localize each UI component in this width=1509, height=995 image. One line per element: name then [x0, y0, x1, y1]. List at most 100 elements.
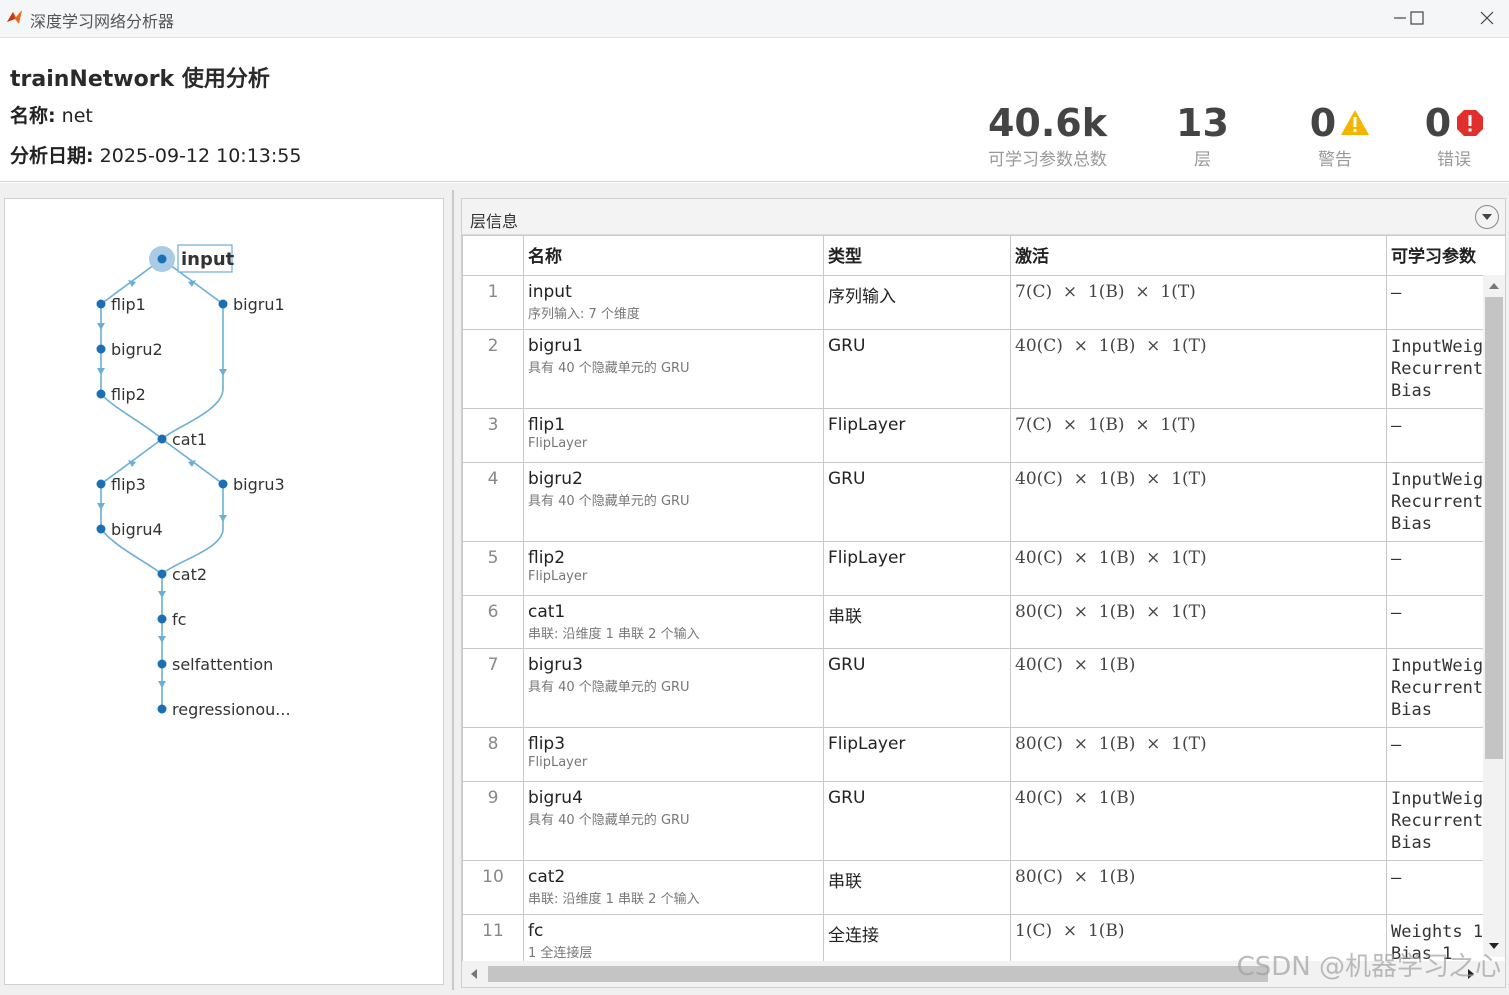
cell-type: GRU — [823, 648, 1011, 728]
watermark: CSDN @机器学习之心 — [1236, 952, 1501, 982]
graph-node-fc[interactable] — [157, 614, 167, 624]
vertical-scroll-thumb[interactable] — [1485, 297, 1503, 759]
col-header-name[interactable]: 名称 — [523, 235, 824, 276]
graph-node-bigru4[interactable] — [96, 524, 106, 534]
stat-learnables-label: 可学习参数总数 — [988, 150, 1107, 170]
graph-label-fc: fc — [172, 610, 186, 629]
cell-name: bigru4 具有 40 个隐藏单元的 GRU — [523, 781, 824, 861]
maximize-button[interactable] — [1402, 5, 1432, 31]
close-icon — [1480, 11, 1494, 25]
cell-index: 6 — [462, 595, 524, 649]
network-graph-panel[interactable]: input flip1 bigru1 bigru2 flip2 cat1 fli… — [4, 198, 444, 985]
layer-name: bigru3 — [528, 655, 583, 675]
layer-description: FlipLayer — [528, 569, 588, 584]
network-graph[interactable]: input flip1 bigru1 bigru2 flip2 cat1 fli… — [5, 199, 443, 984]
graph-node-flip2[interactable] — [96, 389, 106, 399]
cell-activations: 40(C) × 1(B) × 1(T) — [1010, 462, 1387, 542]
table-row[interactable]: 2 bigru1 具有 40 个隐藏单元的 GRU GRU 40(C) × 1(B) ×… — [462, 329, 1505, 409]
graph-label-bigru1: bigru1 — [233, 295, 285, 314]
table-row[interactable]: 9 bigru4 具有 40 个隐藏单元的 GRU GRU 40(C) × 1(B) In… — [462, 781, 1505, 861]
cell-activations: 80(C) × 1(B) × 1(T) — [1010, 727, 1387, 782]
cell-name: bigru1 具有 40 个隐藏单元的 GRU — [523, 329, 824, 409]
layer-info-header: 层信息 — [462, 199, 1505, 235]
layer-description: 具有 40 个隐藏单元的 GRU — [528, 494, 690, 509]
table-row[interactable]: 8 flip3 FlipLayer FlipLayer 80(C) × 1(B) × 1… — [462, 727, 1505, 782]
cell-activations: 80(C) × 1(B) — [1010, 860, 1387, 915]
chevron-down-icon — [1482, 214, 1492, 220]
graph-label-bigru4: bigru4 — [111, 520, 163, 539]
maximize-icon — [1410, 11, 1424, 25]
close-button[interactable] — [1472, 5, 1502, 31]
graph-node-bigru1[interactable] — [218, 299, 228, 309]
graph-node-flip3[interactable] — [96, 479, 106, 489]
table-row[interactable]: 6 cat1 串联: 沿维度 1 串联 2 个输入 串联 80(C) × 1(B) × … — [462, 595, 1505, 649]
table-row[interactable]: 5 flip2 FlipLayer FlipLayer 40(C) × 1(B) × 1… — [462, 541, 1505, 596]
panel-splitter[interactable] — [452, 190, 454, 990]
stat-errors-value: 0 — [1424, 101, 1452, 145]
network-name-line: 名称: net — [10, 101, 93, 128]
cell-activations: 40(C) × 1(B) — [1010, 781, 1387, 861]
graph-label-bigru2: bigru2 — [111, 340, 163, 359]
cell-name: flip2 FlipLayer — [523, 541, 824, 596]
graph-label-flip2: flip2 — [111, 385, 146, 404]
graph-node-cat2[interactable] — [157, 569, 167, 579]
layer-name: flip3 — [528, 734, 566, 754]
layer-description: 序列输入: 7 个维度 — [528, 307, 640, 322]
graph-node-bigru3[interactable] — [218, 479, 228, 489]
collapse-panel-button[interactable] — [1475, 205, 1499, 229]
col-header-index — [462, 235, 524, 276]
edge-bigru1-cat1 — [161, 304, 224, 440]
vertical-scrollbar[interactable] — [1483, 275, 1505, 957]
table-row[interactable]: 7 bigru3 具有 40 个隐藏单元的 GRU GRU 40(C) × 1(B) In… — [462, 648, 1505, 728]
stat-warnings[interactable]: 0 警告 — [1295, 101, 1385, 170]
col-header-type[interactable]: 类型 — [823, 235, 1011, 276]
graph-label-bigru3: bigru3 — [233, 475, 285, 494]
cell-activations: 40(C) × 1(B) × 1(T) — [1010, 329, 1387, 409]
stat-learnables-value: 40.6k — [987, 101, 1108, 145]
graph-node-input[interactable] — [157, 254, 167, 264]
layer-description: 串联: 沿维度 1 串联 2 个输入 — [528, 892, 700, 907]
cell-name: bigru2 具有 40 个隐藏单元的 GRU — [523, 462, 824, 542]
layer-name: cat1 — [528, 602, 566, 622]
graph-node-selfattention[interactable] — [157, 659, 167, 669]
col-header-learnables[interactable]: 可学习参数 — [1386, 235, 1505, 276]
cell-type: GRU — [823, 329, 1011, 409]
layer-name: bigru4 — [528, 788, 583, 808]
arrowhead-icon — [158, 591, 166, 598]
layer-description: 具有 40 个隐藏单元的 GRU — [528, 680, 690, 695]
graph-node-regressionoutput[interactable] — [157, 704, 167, 714]
cell-activations: 40(C) × 1(B) — [1010, 648, 1387, 728]
window-title: 深度学习网络分析器 — [30, 12, 175, 31]
graph-label-selfattention: selfattention — [172, 655, 273, 674]
analysis-date-line: 分析日期: 2025-09-12 10:13:55 — [10, 141, 301, 168]
graph-node-cat1[interactable] — [157, 434, 167, 444]
network-name-label: 名称: — [10, 105, 56, 127]
layer-table[interactable]: 名称 类型 激活 可学习参数 1 input 序列输入: 7 个维度 序列输入 7(C)… — [462, 235, 1505, 972]
col-header-activations[interactable]: 激活 — [1010, 235, 1387, 276]
cell-type: 串联 — [823, 860, 1011, 915]
graph-node-bigru2[interactable] — [96, 344, 106, 354]
layer-info-panel: 层信息 名称 类型 激活 可学习参数 1 input 序列输入: 7 个维度 序列输入… — [461, 198, 1506, 988]
layer-name: bigru2 — [528, 469, 583, 489]
scroll-left-icon — [471, 969, 477, 979]
stat-layers: 13 层 — [1160, 101, 1245, 170]
layer-name: flip2 — [528, 548, 566, 568]
graph-label-input: input — [181, 249, 235, 270]
layer-name: cat2 — [528, 867, 566, 887]
horizontal-scroll-thumb[interactable] — [488, 966, 1268, 982]
layer-description: FlipLayer — [528, 436, 588, 451]
table-row[interactable]: 4 bigru2 具有 40 个隐藏单元的 GRU GRU 40(C) × 1(B) ×… — [462, 462, 1505, 542]
layer-name: input — [528, 282, 572, 302]
cell-index: 9 — [462, 781, 524, 861]
cell-index: 3 — [462, 408, 524, 463]
graph-node-flip1[interactable] — [96, 299, 106, 309]
layer-description: 具有 40 个隐藏单元的 GRU — [528, 813, 690, 828]
arrowhead-icon — [97, 323, 105, 330]
table-row[interactable]: 1 input 序列输入: 7 个维度 序列输入 7(C) × 1(B) × 1(T) – — [462, 275, 1505, 330]
cell-index: 4 — [462, 462, 524, 542]
window-titlebar: 深度学习网络分析器 — [0, 0, 1509, 38]
table-row[interactable]: 3 flip1 FlipLayer FlipLayer 7(C) × 1(B) × 1(… — [462, 408, 1505, 463]
warning-icon — [1341, 110, 1370, 135]
stat-errors[interactable]: 0 错误 — [1410, 101, 1500, 170]
table-row[interactable]: 10 cat2 串联: 沿维度 1 串联 2 个输入 串联 80(C) × 1(B) – — [462, 860, 1505, 915]
